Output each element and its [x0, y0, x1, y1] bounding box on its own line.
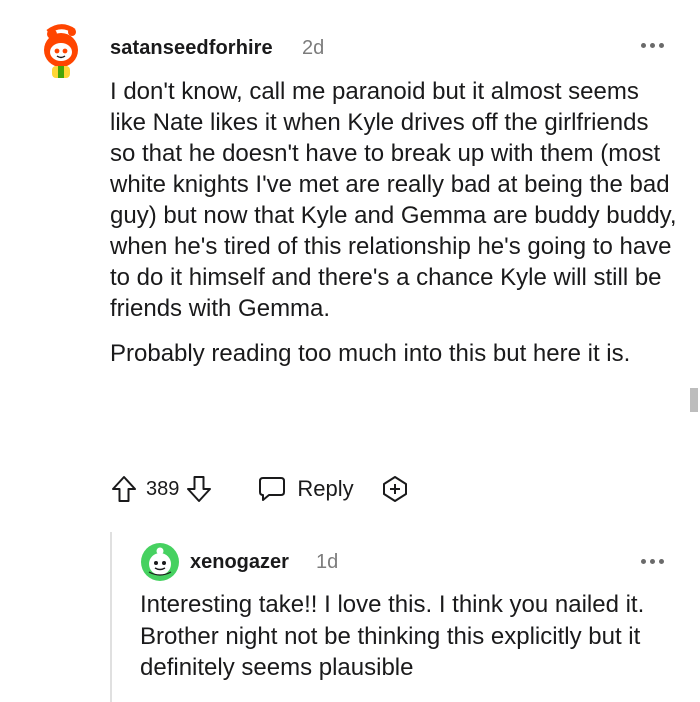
comment-paragraph: I don't know, call me paranoid but it al…: [110, 78, 677, 322]
comment-body: I don't know, call me paranoid but it al…: [110, 76, 680, 383]
reply-avatar-icon[interactable]: [140, 542, 180, 582]
vote-score: 389: [146, 477, 180, 500]
user-avatar-icon[interactable]: [38, 22, 84, 80]
award-button[interactable]: [380, 474, 410, 504]
comment-actions: 389 Reply: [108, 473, 410, 505]
speech-bubble-icon: [259, 477, 286, 501]
upvote-arrow-icon: [112, 476, 136, 502]
reply-username[interactable]: xenogazer: [190, 551, 289, 574]
downvote-button[interactable]: [183, 473, 215, 505]
reply-more-options-icon[interactable]: [641, 556, 667, 566]
downvote-arrow-icon: [187, 476, 212, 502]
scrollbar-thumb[interactable]: [690, 388, 698, 412]
award-plus-icon: [382, 476, 407, 502]
comment-age: 2d: [302, 37, 325, 59]
upvote-button[interactable]: [108, 473, 140, 505]
reply-age: 1d: [316, 551, 339, 573]
more-options-icon[interactable]: [641, 40, 667, 50]
comment-paragraph: Probably reading too much into this but …: [110, 340, 631, 367]
reply-button[interactable]: Reply: [257, 475, 354, 503]
reply-label: Reply: [297, 476, 354, 501]
reply-text: Interesting take!! I love this. I think …: [140, 591, 645, 681]
reply-body: Interesting take!! I love this. I think …: [140, 589, 680, 684]
comment-username[interactable]: satanseedforhire: [110, 37, 273, 60]
thread-line[interactable]: [110, 532, 112, 702]
